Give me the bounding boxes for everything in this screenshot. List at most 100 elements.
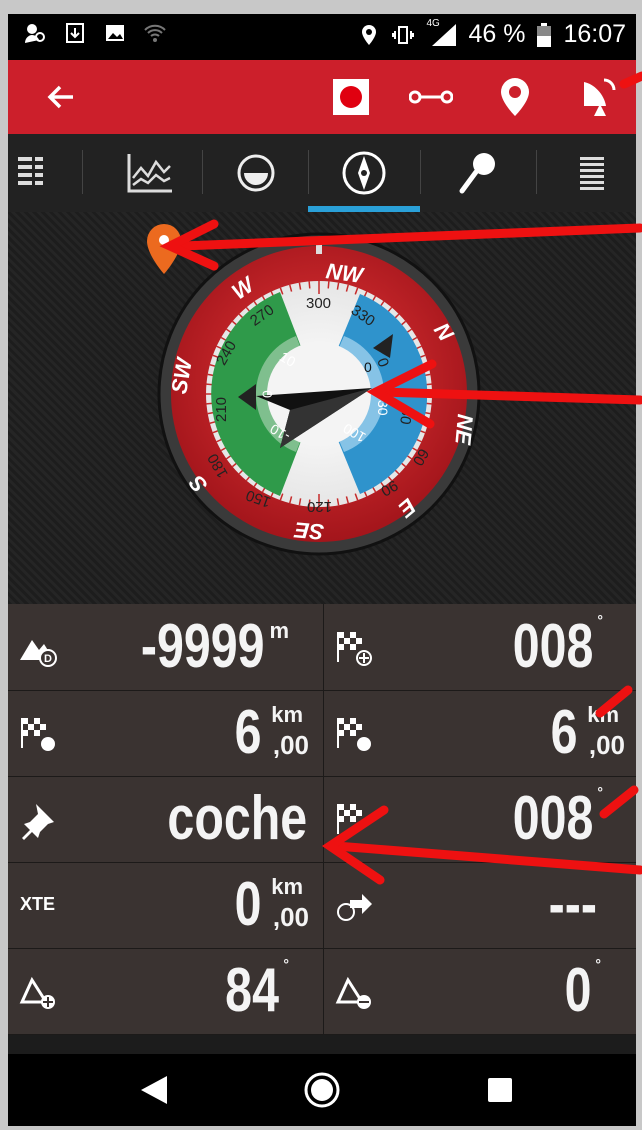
nav-home-button[interactable] <box>300 1068 344 1112</box>
compass-dial[interactable]: NW N NE E SE S SW W 300 330 0 30 60 90 1… <box>8 212 636 604</box>
data-row: 6 km ,00 6 km ,00 <box>8 690 636 777</box>
vibrate-icon <box>392 25 415 44</box>
nav-back-button[interactable] <box>132 1068 176 1112</box>
tab-search[interactable] <box>422 134 534 212</box>
home-circle-icon <box>304 1072 340 1108</box>
altitude-unit: m <box>269 618 289 643</box>
account-icon <box>25 24 45 43</box>
search-icon <box>459 153 495 194</box>
turn-value: --- <box>548 870 597 939</box>
tab-separator <box>536 150 537 194</box>
xte-unit: km <box>271 874 303 899</box>
wifi-icon <box>144 24 166 42</box>
inclinometer-right-label: 0 <box>364 359 372 375</box>
tab-compass[interactable] <box>310 134 418 212</box>
flag-bearing-icon <box>337 632 372 666</box>
distance-value: 6 <box>234 698 261 767</box>
heading-unit: ° <box>597 784 603 800</box>
image-icon <box>106 25 124 41</box>
xte-label: XTE <box>20 894 56 914</box>
system-nav-bar <box>8 1054 636 1126</box>
waypoint-icon <box>501 78 529 116</box>
data-row: coche 008 ° <box>8 776 636 863</box>
turn-arrow-icon <box>337 894 372 921</box>
back-button[interactable] <box>36 72 86 122</box>
back-arrow-icon <box>47 85 73 109</box>
compass-degree-label: 120 <box>307 498 332 515</box>
compass-degree-label: 300 <box>306 295 331 312</box>
nav-recents-button[interactable] <box>478 1068 522 1112</box>
tab-level[interactable] <box>204 134 308 212</box>
slope-up-unit: ° <box>283 956 289 972</box>
slope-up-icon <box>19 976 55 1009</box>
track-button[interactable] <box>406 72 456 122</box>
turn-cell[interactable]: --- <box>323 862 636 948</box>
tab-list[interactable] <box>8 134 68 212</box>
gps-button[interactable] <box>574 72 624 122</box>
distance-decimal: ,00 <box>272 730 309 760</box>
chart-icon <box>127 154 172 193</box>
altitude-cell[interactable]: D -9999 m <box>8 604 321 690</box>
slope-down-cell[interactable]: 0 ° <box>323 948 636 1034</box>
svg-text:D: D <box>44 653 52 665</box>
distance-cell[interactable]: 6 km ,00 <box>8 690 321 776</box>
xte-decimal: ,00 <box>272 902 309 932</box>
marker-pin-icon[interactable] <box>144 222 184 276</box>
xte-cell[interactable]: XTE 0 km ,00 <box>8 862 321 948</box>
compass-panel: NW N NE E SE S SW W 300 330 0 30 60 90 1… <box>8 212 636 604</box>
xte-value: 0 <box>234 870 261 939</box>
flag-distance-icon <box>337 718 371 751</box>
slope-down-value: 0 <box>564 956 591 1025</box>
slope-down-icon <box>335 976 371 1009</box>
tab-menu[interactable] <box>548 134 636 212</box>
waypoint-name-cell[interactable]: coche <box>8 776 321 862</box>
location-icon <box>362 24 377 45</box>
altitude-icon: D <box>20 640 57 667</box>
tab-separator <box>308 150 309 194</box>
slope-up-cell[interactable]: 84 ° <box>8 948 321 1034</box>
heading-value: 008 <box>512 784 593 853</box>
compass-tick <box>308 281 311 289</box>
distance-cell[interactable]: 6 km ,00 <box>323 690 636 776</box>
record-button[interactable] <box>326 72 376 122</box>
distance-value: 6 <box>550 698 577 767</box>
tab-chart[interactable] <box>98 134 202 212</box>
slope-up-value: 84 <box>225 956 279 1025</box>
clock: 16:07 <box>563 20 626 48</box>
distance-decimal: ,00 <box>588 730 625 760</box>
compass-cardinal-ne: NE <box>450 413 478 447</box>
data-row: 84 ° 0 ° <box>8 948 636 1035</box>
back-triangle-icon <box>141 1076 167 1104</box>
heading-cell[interactable]: 008 ° <box>323 776 636 862</box>
tab-separator <box>82 150 83 194</box>
compass-degree-label: 210 <box>213 397 230 422</box>
record-icon <box>333 79 369 115</box>
compass-degree-label: 30 <box>396 406 416 425</box>
tab-separator <box>420 150 421 194</box>
menu-icon <box>580 157 604 190</box>
status-bar: 4G 46 % 16:07 <box>8 14 636 60</box>
battery-percent: 46 % <box>468 20 526 48</box>
level-icon <box>237 154 275 192</box>
inclinometer-left-label: 0 <box>259 390 275 398</box>
bearing-cell[interactable]: 008 ° <box>323 604 636 690</box>
distance-unit: km <box>587 702 619 727</box>
track-icon <box>409 90 453 104</box>
waypoint-button[interactable] <box>490 72 540 122</box>
gps-satellite-icon <box>584 78 616 116</box>
pin-icon <box>22 804 54 840</box>
altitude-value: -9999 <box>141 612 265 681</box>
compass-icon <box>342 151 386 195</box>
flag-distance-icon <box>21 718 55 751</box>
data-grid: D -9999 m 008 ° 6 km ,00 6 km ,00 coche … <box>8 604 636 1035</box>
bearing-unit: ° <box>597 612 603 628</box>
data-row: XTE 0 km ,00 --- <box>8 862 636 949</box>
battery-icon <box>537 22 552 47</box>
app-frame: 4G 46 % 16:07 NW N NE E SE S SW W 300 33… <box>8 14 636 1126</box>
download-icon <box>66 23 84 43</box>
signal-icon: 4G <box>426 18 457 48</box>
toolbar <box>8 60 636 134</box>
slope-down-unit: ° <box>595 956 601 972</box>
inclinometer-right-label: 30 <box>375 400 391 416</box>
data-row: D -9999 m 008 ° <box>8 604 636 691</box>
